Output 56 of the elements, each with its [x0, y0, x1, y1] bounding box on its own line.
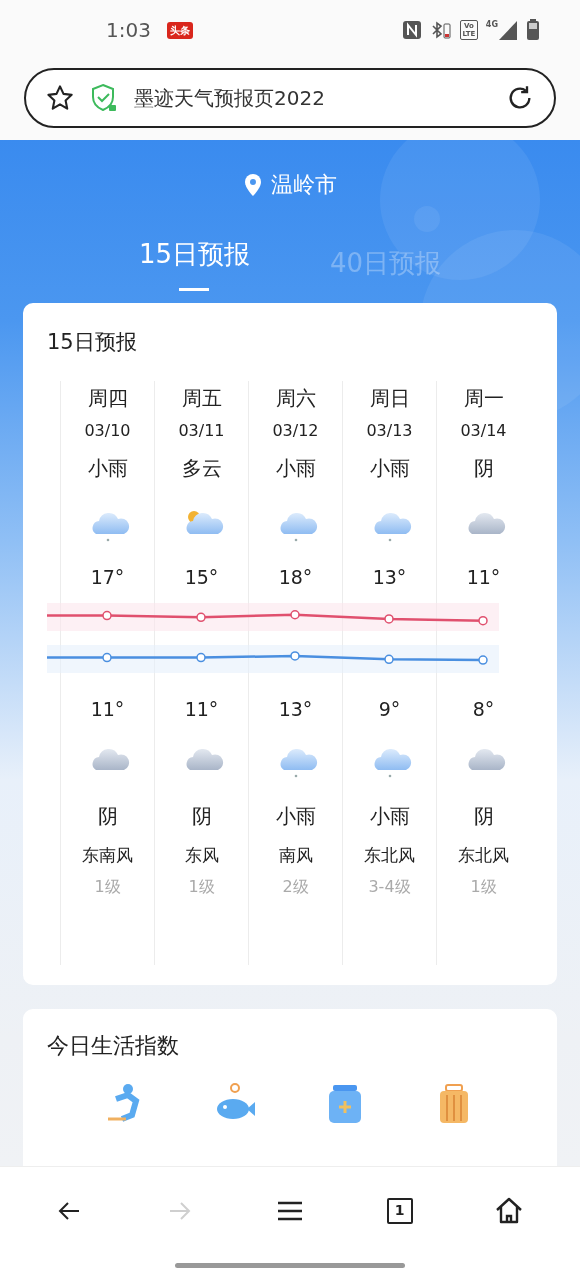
page-title: 墨迹天气预报页2022: [134, 85, 326, 112]
battery-icon: [526, 19, 540, 41]
section-title: 15日预报: [46, 329, 138, 356]
date-label: 03/12: [272, 421, 319, 440]
weather-condition: 小雨: [87, 456, 128, 480]
high-temperature: 15°: [184, 566, 219, 588]
network-type: 4G: [485, 19, 498, 31]
date-label: 03/14: [460, 421, 507, 440]
weekday-label: 周六: [275, 386, 316, 410]
low-temperature: 9°: [378, 698, 401, 720]
status-time: 1:03: [106, 17, 151, 44]
low-temperature: 8°: [472, 698, 495, 720]
section-title: 今日生活指数: [46, 1032, 180, 1060]
weather-condition: 多云: [181, 456, 222, 480]
date-label: 03/13: [366, 421, 413, 440]
weather-condition: 小雨: [369, 456, 410, 480]
city-name: 温岭市: [271, 171, 337, 199]
notification-badge: 头条: [166, 21, 193, 39]
low-temperature: 13°: [278, 698, 313, 720]
weather-condition: 阴: [473, 456, 494, 480]
nfc-icon: [401, 20, 422, 40]
date-label: 03/10: [84, 421, 131, 440]
wind-level: 1级: [470, 877, 497, 896]
low-temperature: 11°: [90, 698, 125, 720]
location-pin-icon: [243, 172, 263, 197]
weekday-label: 周五: [181, 386, 222, 410]
date-label: 03/11: [178, 421, 225, 440]
weekday-label: 周一: [463, 386, 504, 410]
wind-level: 1级: [94, 877, 121, 896]
weekday-label: 周四: [87, 386, 128, 410]
tabs-button[interactable]: 1: [374, 1194, 425, 1228]
wind-level: 3-4级: [368, 877, 411, 896]
wind-direction: 东风: [184, 845, 219, 865]
star-icon[interactable]: [46, 84, 74, 112]
weekday-label: 周日: [369, 386, 410, 410]
weather-condition: 阴: [473, 804, 494, 828]
weather-condition: 阴: [191, 804, 212, 828]
weather-condition: 阴: [97, 804, 118, 828]
signal-icon: [498, 19, 518, 41]
wind-direction: 东北风: [364, 845, 415, 865]
wind-direction: 东南风: [82, 845, 133, 865]
bluetooth-icon: [429, 20, 452, 40]
weather-condition: 小雨: [369, 804, 410, 828]
wind-level: 1级: [188, 877, 215, 896]
high-temperature: 13°: [372, 566, 407, 588]
high-temperature: 11°: [466, 566, 501, 588]
address-bar[interactable]: 墨迹天气预报页2022: [24, 68, 556, 128]
wind-direction: 南风: [278, 845, 313, 865]
security-shield-icon: [90, 83, 118, 113]
wind-direction: 东北风: [458, 845, 509, 865]
weather-condition: 小雨: [275, 804, 316, 828]
weather-condition: 小雨: [275, 456, 316, 480]
high-temperature: 18°: [278, 566, 313, 588]
high-temperature: 17°: [90, 566, 125, 588]
wind-level: 2级: [282, 877, 309, 896]
low-temperature: 11°: [184, 698, 219, 720]
